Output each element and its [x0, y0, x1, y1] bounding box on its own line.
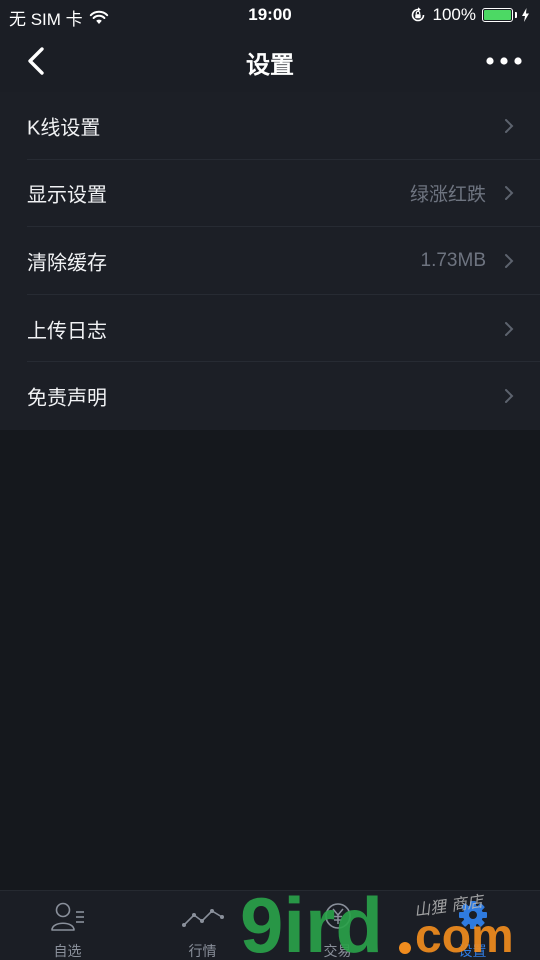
tab-watchlist[interactable]: 自选 — [0, 891, 135, 960]
settings-item-label: 显示设置 — [27, 184, 107, 207]
settings-item-value: 1.73MB — [420, 249, 486, 271]
settings-item-clear-cache[interactable]: 清除缓存 1.73MB — [0, 227, 540, 295]
orientation-lock-icon — [411, 7, 424, 22]
tab-label: 自选 — [53, 943, 82, 959]
app-screen: 无 SIM 卡 19:00 100% 设置 K线设置 显示设置 绿涨红跌 清除缓… — [0, 0, 540, 960]
status-bar: 无 SIM 卡 19:00 100% — [0, 0, 540, 30]
tab-trade[interactable]: 交易 — [270, 891, 405, 960]
chevron-right-icon — [505, 389, 514, 404]
page-title: 设置 — [246, 52, 294, 79]
gear-icon — [458, 901, 487, 929]
user-list-icon — [50, 902, 84, 931]
settings-item-value: 绿涨红跌 — [409, 184, 486, 206]
more-icon[interactable] — [484, 48, 524, 74]
tab-bar: 自选 行情 交易 设置 — [0, 890, 540, 960]
charging-bolt-icon — [522, 8, 529, 22]
yuan-coin-icon — [324, 903, 351, 929]
battery-percent: 100% — [432, 5, 476, 24]
settings-item-upload-log[interactable]: 上传日志 — [0, 295, 540, 363]
tab-label: 交易 — [323, 943, 352, 959]
settings-item-label: 清除缓存 — [27, 252, 107, 275]
tab-label: 设置 — [458, 943, 487, 959]
settings-item-label: K线设置 — [27, 117, 101, 140]
battery-icon — [482, 8, 513, 22]
market-line-icon — [181, 909, 224, 927]
settings-list: K线设置 显示设置 绿涨红跌 清除缓存 1.73MB 上传日志 免责声明 — [0, 92, 540, 430]
chevron-right-icon — [505, 118, 514, 133]
tab-market[interactable]: 行情 — [135, 891, 270, 960]
status-right: 100% — [409, 5, 530, 25]
nav-bar: 设置 — [0, 30, 540, 92]
chevron-right-icon — [505, 253, 514, 268]
chevron-right-icon — [505, 321, 514, 336]
tab-label: 行情 — [188, 943, 217, 959]
settings-item-kline[interactable]: K线设置 — [0, 92, 540, 160]
tab-settings[interactable]: 设置 — [405, 891, 540, 960]
chevron-right-icon — [505, 186, 514, 201]
settings-item-label: 上传日志 — [27, 320, 107, 343]
settings-item-label: 免责声明 — [27, 387, 107, 410]
settings-item-display[interactable]: 显示设置 绿涨红跌 — [0, 160, 540, 228]
settings-item-disclaimer[interactable]: 免责声明 — [0, 362, 540, 430]
battery-tip — [515, 12, 517, 18]
